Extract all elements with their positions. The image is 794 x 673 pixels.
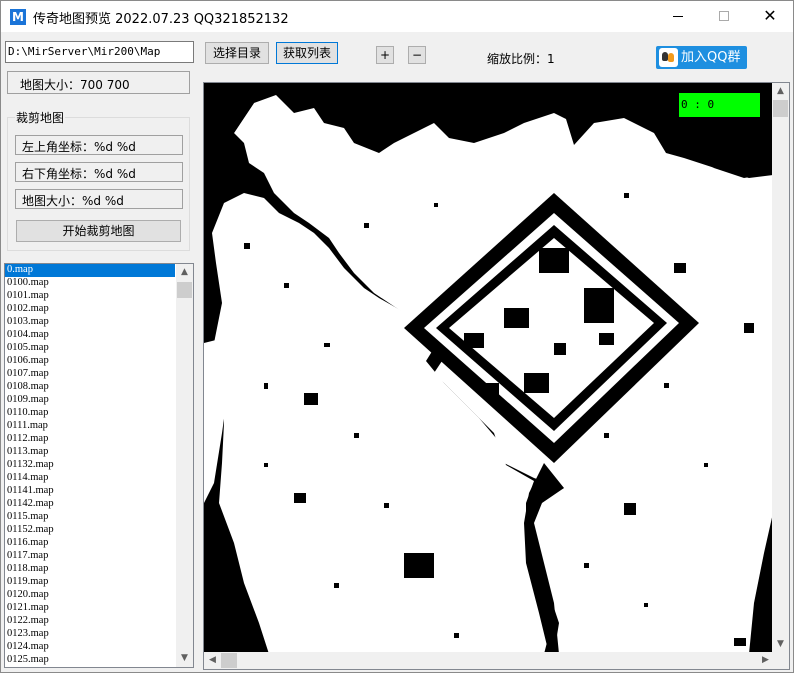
close-icon: ✕ <box>763 6 777 25</box>
file-list-item[interactable]: 01152.map <box>5 524 175 537</box>
file-list-item[interactable]: 0.map <box>5 264 175 277</box>
zoom-out-button[interactable]: − <box>408 46 426 64</box>
file-list-item[interactable]: 0120.map <box>5 589 175 602</box>
join-qq-group-label: 加入QQ群 <box>681 50 741 65</box>
close-button[interactable]: ✕ <box>747 1 793 32</box>
minimize-icon <box>673 15 683 17</box>
maximize-icon <box>719 11 729 21</box>
minimize-button[interactable] <box>655 1 701 32</box>
map-vscroll-thumb[interactable] <box>773 100 788 117</box>
scroll-thumb[interactable] <box>177 282 192 298</box>
zoom-ratio-label: 缩放比例：1 <box>487 52 555 66</box>
file-list-item[interactable]: 0100.map <box>5 277 175 290</box>
map-scroll-left-icon[interactable]: ◀ <box>204 652 221 669</box>
file-list-item[interactable]: 0101.map <box>5 290 175 303</box>
file-list-item[interactable]: 0102.map <box>5 303 175 316</box>
file-list-item[interactable]: 0113.map <box>5 446 175 459</box>
map-file-list[interactable]: 0.map 0100.map 0101.map 0102.map 0103.map 010… <box>4 263 194 668</box>
crop-map-group-title: 裁剪地图 <box>15 109 66 126</box>
crop-bottom-right-field: 右下角坐标：%d %d <box>15 162 183 182</box>
map-horizontal-scrollbar[interactable]: ◀ ▶ <box>204 652 774 669</box>
map-preview-panel[interactable]: 0 : 0 ▲ ▼ ◀ ▶ <box>203 82 790 670</box>
file-list-item[interactable]: 0125.map <box>5 654 175 667</box>
get-list-button[interactable]: 获取列表 <box>276 42 338 64</box>
crop-top-left-field: 左上角坐标：%d %d <box>15 135 183 155</box>
crop-size-field: 地图大小：%d %d <box>15 189 183 209</box>
select-directory-button[interactable]: 选择目录 <box>205 42 269 64</box>
title-bar[interactable]: M 传奇地图预览 2022.07.23 QQ321852132 ✕ <box>1 1 793 32</box>
scroll-up-icon[interactable]: ▲ <box>176 264 193 281</box>
map-scroll-up-icon[interactable]: ▲ <box>772 83 789 100</box>
zoom-in-button[interactable]: + <box>376 46 394 64</box>
file-list-item[interactable]: 0109.map <box>5 394 175 407</box>
file-list-item[interactable]: 0114.map <box>5 472 175 485</box>
file-list-item[interactable]: 0108.map <box>5 381 175 394</box>
file-list-item[interactable]: 0117.map <box>5 550 175 563</box>
file-list-item[interactable]: 0124.map <box>5 641 175 654</box>
file-list-item[interactable]: 0121.map <box>5 602 175 615</box>
file-list-item[interactable]: 0104.map <box>5 329 175 342</box>
app-icon: M <box>10 9 26 25</box>
file-list-item[interactable]: 0106.map <box>5 355 175 368</box>
scroll-down-icon[interactable]: ▼ <box>176 650 193 667</box>
file-list-item[interactable]: 0110.map <box>5 407 175 420</box>
file-list-item[interactable]: 01141.map <box>5 485 175 498</box>
app-window: M 传奇地图预览 2022.07.23 QQ321852132 ✕ D:\Mir… <box>0 0 794 673</box>
file-list-item[interactable]: 0103.map <box>5 316 175 329</box>
file-list-item[interactable]: 0105.map <box>5 342 175 355</box>
map-hscroll-thumb[interactable] <box>221 653 237 668</box>
file-list-item[interactable]: 0118.map <box>5 563 175 576</box>
map-preview-canvas[interactable] <box>204 83 773 654</box>
file-list-item[interactable]: 0115.map <box>5 511 175 524</box>
file-list-item[interactable]: 0119.map <box>5 576 175 589</box>
scrollbar-corner <box>772 652 789 669</box>
file-list-items: 0.map 0100.map 0101.map 0102.map 0103.map 010… <box>5 264 193 667</box>
join-qq-group-button[interactable]: 加入QQ群 <box>656 46 747 69</box>
map-vertical-scrollbar[interactable]: ▲ ▼ <box>772 83 789 653</box>
map-size-display: 地图大小：700 700 <box>7 71 190 94</box>
start-crop-button[interactable]: 开始裁剪地图 <box>16 220 181 242</box>
window-title: 传奇地图预览 2022.07.23 QQ321852132 <box>33 12 289 27</box>
file-list-item[interactable]: 01132.map <box>5 459 175 472</box>
file-list-item[interactable]: 01142.map <box>5 498 175 511</box>
qq-group-icon <box>659 48 678 67</box>
maximize-button <box>701 1 747 32</box>
file-list-scrollbar[interactable]: ▲ ▼ <box>176 264 193 667</box>
file-list-item[interactable]: 0116.map <box>5 537 175 550</box>
file-list-item[interactable]: 0112.map <box>5 433 175 446</box>
file-list-item[interactable]: 0111.map <box>5 420 175 433</box>
coordinate-readout: 0 : 0 <box>679 93 760 117</box>
file-list-item[interactable]: 0123.map <box>5 628 175 641</box>
file-list-item[interactable]: 0122.map <box>5 615 175 628</box>
map-path-input[interactable]: D:\MirServer\Mir200\Map <box>5 41 194 63</box>
map-scroll-down-icon[interactable]: ▼ <box>772 636 789 653</box>
file-list-item[interactable]: 0107.map <box>5 368 175 381</box>
